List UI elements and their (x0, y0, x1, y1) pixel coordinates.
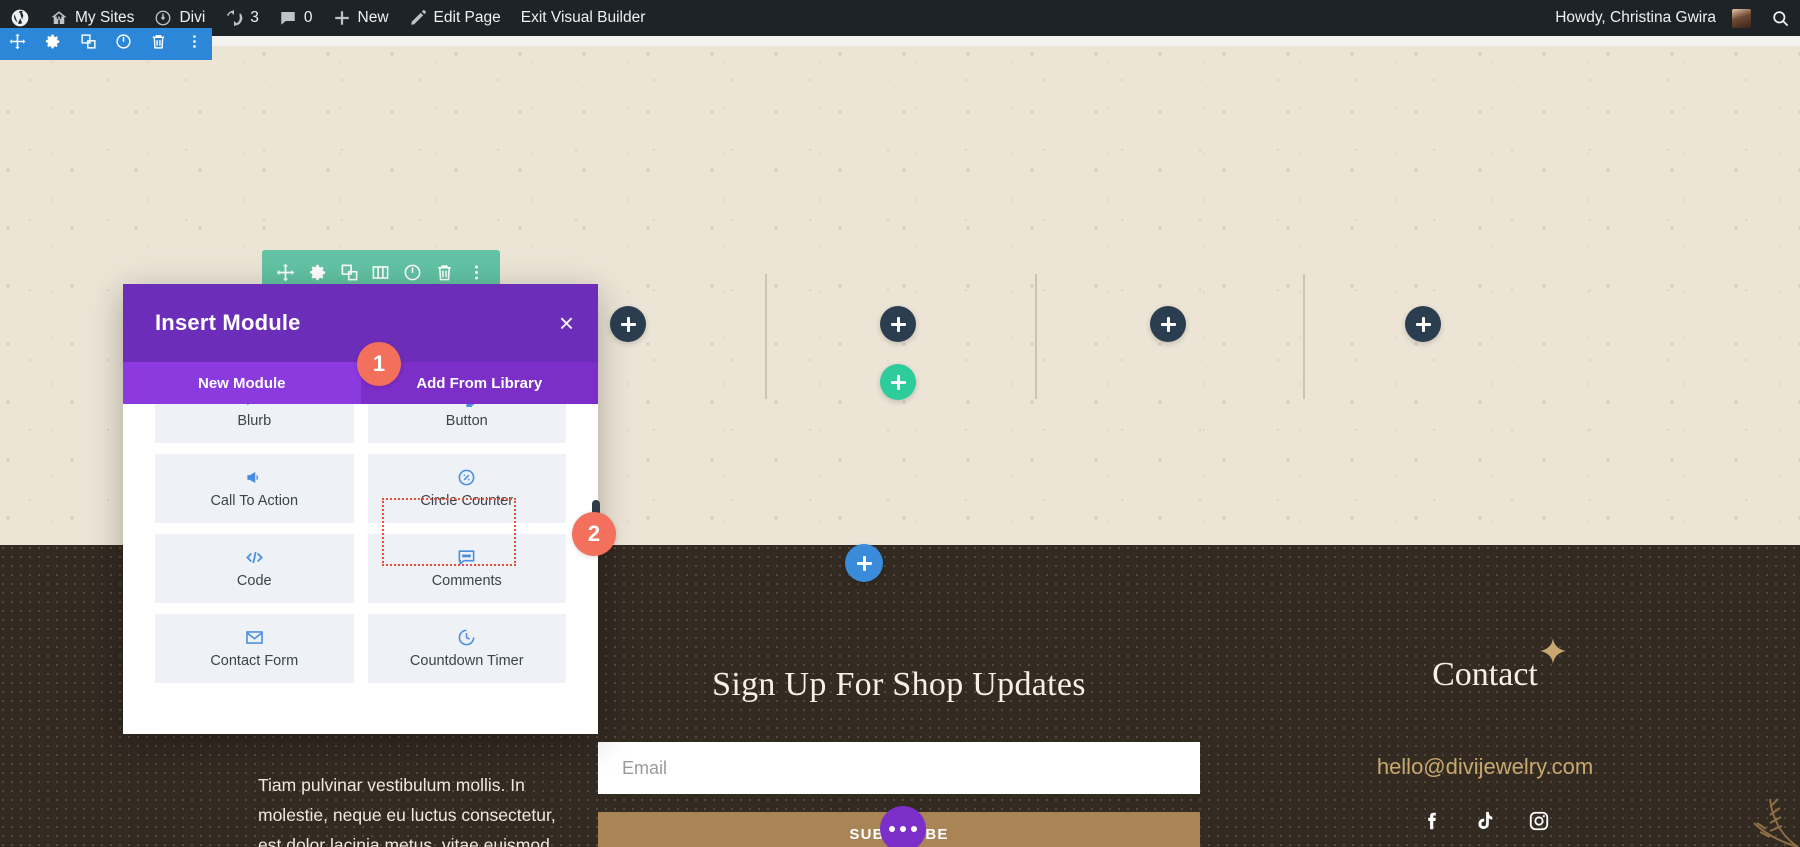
module-label: Blurb (237, 413, 272, 429)
module-card-blurb[interactable]: Blurb (155, 404, 354, 443)
dot (900, 826, 906, 832)
admin-bar-label: Divi (179, 9, 206, 26)
hero-strip (0, 36, 1800, 46)
facebook-icon[interactable] (1420, 810, 1442, 832)
gear-icon[interactable] (44, 33, 61, 55)
add-module-button[interactable] (1150, 306, 1186, 342)
module-grid: Blurb Button Call To Action Circle Count… (123, 404, 598, 693)
add-section-button[interactable] (845, 544, 883, 582)
contact-block: Contact hello@divijewelry.com (1290, 656, 1680, 832)
step-badge-2: 2 (572, 512, 616, 556)
modal-title: Insert Module (155, 310, 301, 335)
duplicate-icon[interactable] (336, 259, 362, 285)
wordpress-icon (10, 8, 30, 28)
avatar (1732, 8, 1751, 28)
admin-bar-item-edit-page[interactable]: Edit Page (399, 0, 511, 36)
admin-bar-item-exit-visual-builder[interactable]: Exit Visual Builder (511, 0, 656, 36)
plus-icon (333, 9, 351, 27)
admin-bar-item-new[interactable]: New (323, 0, 399, 36)
module-label: Countdown Timer (409, 653, 524, 669)
module-label: Comments (431, 573, 502, 589)
module-card-button[interactable]: Button (367, 404, 566, 443)
columns-icon[interactable] (368, 259, 394, 285)
module-label: Button (445, 413, 488, 429)
trash-icon[interactable] (150, 33, 167, 55)
gear-icon[interactable] (305, 259, 331, 285)
divi-icon (154, 9, 172, 27)
clock-icon (457, 628, 476, 647)
wheat-decoration (1680, 777, 1800, 847)
add-module-button[interactable] (1405, 306, 1441, 342)
page-builder-toolbar (0, 28, 212, 60)
module-card-comments[interactable]: Comments (367, 534, 566, 603)
module-card-countdown-timer[interactable]: Countdown Timer (367, 614, 566, 683)
wp-admin-bar: My Sites Divi 3 0 New Edit Page Exit Vis… (0, 0, 1800, 36)
column-divider (1035, 274, 1037, 399)
module-label: Code (236, 573, 272, 589)
contact-email[interactable]: hello@divijewelry.com (1290, 754, 1680, 780)
instagram-icon[interactable] (1528, 810, 1550, 832)
comments-icon (457, 548, 476, 567)
power-icon[interactable] (115, 33, 132, 55)
module-card-code[interactable]: Code (155, 534, 354, 603)
add-module-button[interactable] (610, 306, 646, 342)
trash-icon[interactable] (431, 259, 457, 285)
module-label: Contact Form (210, 653, 299, 669)
admin-bar-label: My Sites (75, 9, 135, 26)
footer-left-paragraph: Tiam pulvinar vestibulum mollis. In mole… (258, 775, 556, 847)
column-divider (1303, 274, 1305, 399)
tiktok-icon[interactable] (1474, 810, 1496, 832)
dot (911, 826, 917, 832)
duplicate-icon[interactable] (80, 33, 97, 55)
search-icon (1771, 9, 1790, 28)
admin-bar-right: Howdy, Christina Gwira (1545, 0, 1800, 36)
email-input[interactable]: Email (598, 742, 1200, 794)
admin-bar-label: New (357, 9, 389, 26)
close-icon[interactable]: × (559, 310, 574, 336)
more-icon[interactable] (463, 259, 489, 285)
contact-title: Contact (1432, 656, 1538, 693)
admin-bar-label: Edit Page (433, 9, 501, 26)
add-row-button[interactable] (880, 364, 916, 400)
blurb-icon (245, 404, 264, 407)
social-row (1290, 810, 1680, 832)
search-button[interactable] (1761, 0, 1800, 36)
greeting-label: Howdy, Christina Gwira (1555, 9, 1716, 26)
section-settings-button[interactable] (880, 806, 926, 847)
comments-icon (279, 9, 297, 27)
code-icon (245, 548, 264, 567)
admin-bar-label: Exit Visual Builder (520, 9, 646, 26)
admin-bar-item-updates[interactable]: 3 (215, 0, 269, 36)
power-icon[interactable] (400, 259, 426, 285)
tab-new-module[interactable]: New Module (123, 362, 361, 404)
step-badge-1: 1 (357, 342, 401, 386)
sites-icon (50, 9, 68, 27)
column-divider (765, 274, 767, 399)
module-label: Call To Action (210, 493, 299, 509)
circle-counter-icon (457, 468, 476, 487)
account-menu[interactable]: Howdy, Christina Gwira (1545, 0, 1761, 36)
admin-bar-label: 0 (303, 9, 313, 26)
envelope-icon (245, 628, 264, 647)
updates-icon (225, 9, 243, 27)
module-label: Circle Counter (420, 493, 514, 509)
pencil-icon (409, 9, 427, 27)
admin-bar-label: 3 (250, 9, 259, 26)
signup-title: Sign Up For Shop Updates (712, 666, 1086, 703)
module-card-contact-form[interactable]: Contact Form (155, 614, 354, 683)
admin-bar-item-comments[interactable]: 0 (269, 0, 323, 36)
megaphone-icon (245, 468, 264, 487)
button-icon (457, 404, 476, 407)
module-card-circle-counter[interactable]: Circle Counter (367, 454, 566, 523)
move-icon[interactable] (273, 259, 299, 285)
modal-body: Blurb Button Call To Action Circle Count… (123, 404, 598, 734)
move-icon[interactable] (9, 33, 26, 55)
add-module-button[interactable] (880, 306, 916, 342)
module-card-call-to-action[interactable]: Call To Action (155, 454, 354, 523)
dot (889, 826, 895, 832)
more-icon[interactable] (186, 33, 203, 55)
